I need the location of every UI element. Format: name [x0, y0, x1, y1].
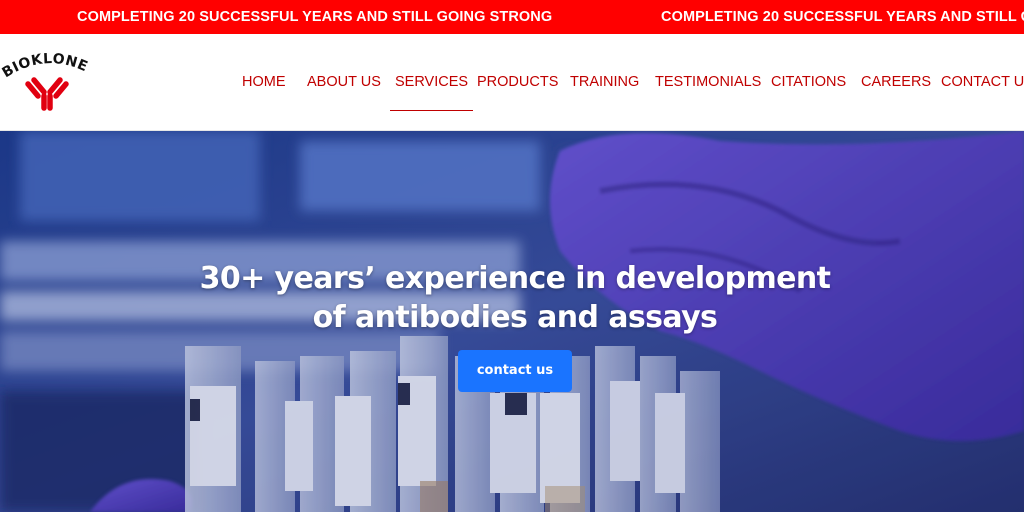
nav-products[interactable]: PRODUCTS — [477, 74, 558, 90]
announcement-ticker: COMPLETING 20 SUCCESSFUL YEARS AND STILL… — [0, 0, 1024, 34]
nav-citations[interactable]: CITATIONS — [771, 74, 846, 90]
hero-heading-line2: of antibodies and assays — [312, 300, 718, 335]
hero-heading: 30+ years’ experience in development of … — [0, 259, 1024, 337]
nav-testimonials[interactable]: TESTIMONIALS — [655, 74, 761, 90]
nav-about-us[interactable]: ABOUT US — [307, 74, 381, 90]
nav-services[interactable]: SERVICES — [389, 74, 474, 111]
hero-banner: 30+ years’ experience in development of … — [0, 131, 1024, 512]
main-nav: HOME ABOUT US SERVICES PRODUCTS TRAINING… — [0, 34, 1024, 131]
ticker-message-repeat: COMPLETING 20 SUCCESSFUL YEARS AND STILL… — [661, 9, 1024, 25]
ticker-message: COMPLETING 20 SUCCESSFUL YEARS AND STILL… — [77, 9, 553, 25]
nav-training[interactable]: TRAINING — [570, 74, 639, 90]
site-header: BIOKLONE HOME ABOUT US SERVICES PRODUCTS… — [0, 34, 1024, 131]
hero-heading-line1: 30+ years’ experience in development — [199, 261, 831, 296]
nav-contact-us[interactable]: CONTACT US — [941, 74, 1024, 90]
nav-careers[interactable]: CAREERS — [861, 74, 931, 90]
nav-home[interactable]: HOME — [242, 74, 286, 90]
contact-us-button[interactable]: contact us — [458, 350, 572, 392]
